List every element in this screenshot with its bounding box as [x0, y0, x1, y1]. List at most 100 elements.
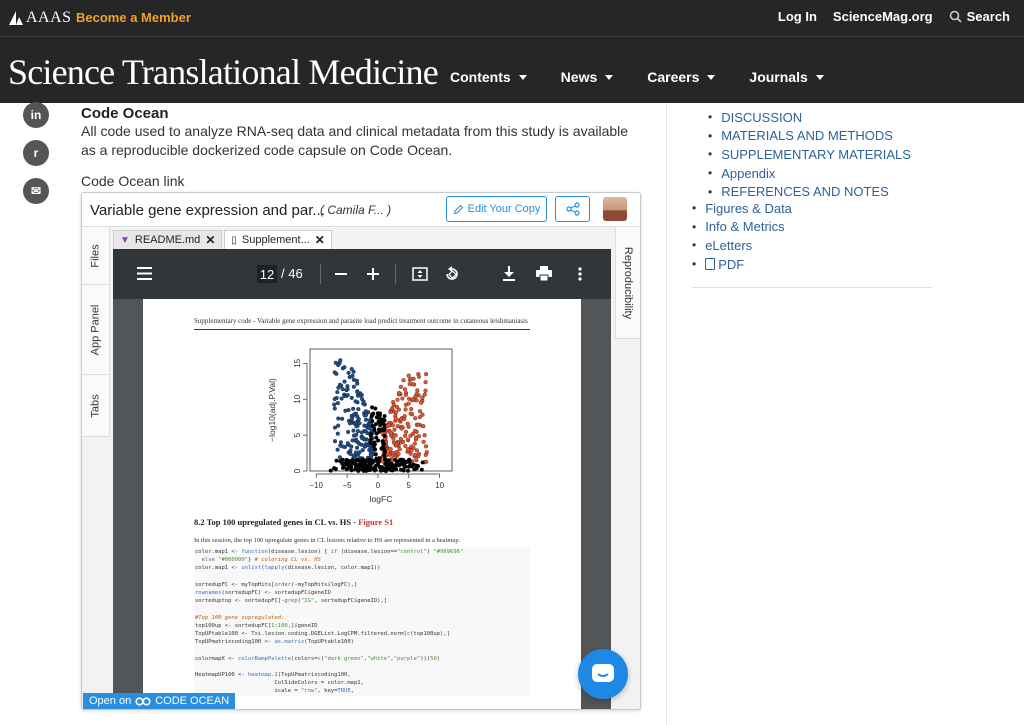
aaas-logo-text: AAAS: [26, 9, 72, 26]
tab-app-panel[interactable]: App Panel: [82, 285, 110, 375]
scatter-point-up: [423, 388, 428, 393]
figure-reference-link[interactable]: Figure S1: [358, 517, 393, 527]
scatter-point-ns: [414, 466, 419, 471]
reddit-icon[interactable]: r: [23, 140, 49, 166]
toc-item-supplementary[interactable]: SUPPLEMENTARY MATERIALS: [708, 145, 911, 164]
more-options-icon[interactable]: [578, 267, 582, 281]
scatter-point-up: [390, 406, 395, 411]
become-member-link[interactable]: Become a Member: [76, 10, 191, 25]
toc-item-metrics[interactable]: Info & Metrics: [692, 218, 792, 237]
scatter-point-ns: [334, 458, 339, 463]
close-icon[interactable]: ✕: [315, 233, 325, 247]
toolbar-divider: [320, 264, 321, 284]
scatter-point-ns: [368, 441, 373, 446]
x-tick-label: 0: [376, 481, 381, 490]
capsule-header: Variable gene expression and par... ( Ca…: [82, 193, 640, 227]
scatter-point-ns: [344, 467, 349, 472]
nav-careers[interactable]: Careers: [647, 69, 716, 85]
scatter-point-down: [332, 370, 337, 375]
toc-item-eletters[interactable]: eLetters: [692, 236, 792, 255]
menu-icon[interactable]: [137, 267, 152, 280]
scatter-point-down: [338, 440, 343, 445]
file-tab-readme[interactable]: ▼ README.md ✕: [113, 230, 223, 249]
scatter-point-down: [351, 428, 356, 433]
download-icon[interactable]: [503, 266, 515, 281]
scatter-point-up: [408, 433, 413, 438]
nav-contents[interactable]: Contents: [450, 69, 527, 85]
scatter-point-up: [424, 372, 429, 377]
author-avatar[interactable]: [603, 197, 627, 221]
zoom-out-icon[interactable]: [335, 273, 347, 275]
scatter-point-ns: [350, 461, 356, 466]
scatter-point-down: [339, 396, 344, 401]
tab-files-label: Files: [89, 243, 102, 268]
scatter-point-up: [409, 448, 414, 453]
file-tab-supplement-label: Supplement...: [241, 234, 310, 246]
scatter-point-up: [416, 374, 421, 379]
file-tab-readme-label: README.md: [134, 234, 201, 246]
chat-button[interactable]: [578, 649, 628, 699]
close-icon[interactable]: ✕: [205, 233, 215, 247]
file-tab-supplement[interactable]: ▯ Supplement... ✕: [224, 230, 332, 249]
linkedin-icon[interactable]: in: [23, 102, 49, 128]
scatter-point-down: [338, 358, 343, 363]
toc-item-methods[interactable]: MATERIALS AND METHODS: [708, 127, 911, 146]
scatter-point-ns: [376, 438, 381, 443]
scatter-point-ns: [411, 462, 416, 467]
toolbar-divider: [395, 264, 396, 284]
toc-item-appendix[interactable]: Appendix: [708, 164, 911, 183]
nav-journals[interactable]: Journals: [749, 69, 824, 85]
scatter-point-up: [392, 427, 397, 432]
rotate-icon[interactable]: [444, 266, 460, 282]
toc-subsections: DISCUSSION MATERIALS AND METHODS SUPPLEM…: [708, 108, 911, 201]
scatter-point-down: [346, 429, 351, 435]
scatter-point-up: [386, 423, 391, 428]
code-ocean-link-label: Code Ocean link: [81, 173, 185, 189]
open-on-code-ocean-button[interactable]: Open on CODE OCEAN: [83, 693, 236, 709]
scatter-point-ns: [392, 465, 397, 470]
toc-item-figures[interactable]: Figures & Data: [692, 199, 792, 218]
capsule-title: Variable gene expression and par...: [90, 202, 325, 219]
chevron-down-icon: [707, 74, 716, 80]
scatter-point-up: [412, 428, 418, 433]
scatter-point-up: [423, 452, 428, 457]
scatter-point-down: [354, 432, 359, 437]
scatter-point-up: [413, 394, 418, 399]
toc-item-discussion[interactable]: DISCUSSION: [708, 108, 911, 127]
x-tick-label: −10: [309, 481, 323, 490]
journal-brand[interactable]: Science Translational Medicine: [8, 51, 439, 93]
code-ocean-logo-icon: [135, 696, 151, 706]
scatter-point-down: [353, 420, 358, 425]
toc-item-pdf[interactable]: PDF: [692, 255, 792, 274]
tab-tabs[interactable]: Tabs: [82, 375, 110, 437]
scatter-point-up: [402, 416, 407, 422]
aaas-logo[interactable]: AAAS: [8, 9, 72, 27]
scatter-point-down: [340, 416, 345, 421]
tab-files[interactable]: Files: [82, 227, 110, 285]
sciencemag-link[interactable]: ScienceMag.org: [833, 9, 933, 24]
scatter-point-up: [406, 373, 411, 378]
edit-your-copy-button[interactable]: Edit Your Copy: [446, 196, 547, 222]
login-link[interactable]: Log In: [778, 9, 817, 24]
share-button[interactable]: [555, 196, 590, 222]
search-button[interactable]: Search: [949, 9, 1010, 24]
scatter-point-down: [345, 387, 350, 392]
scatter-point-down: [332, 402, 337, 407]
fit-page-icon[interactable]: [412, 267, 428, 281]
scatter-point-up: [409, 406, 414, 412]
scatter-point-ns: [405, 468, 411, 473]
scatter-point-ns: [402, 464, 407, 469]
code-ocean-capsule: Variable gene expression and par... ( Ca…: [81, 192, 641, 710]
print-icon[interactable]: [536, 266, 552, 281]
zoom-in-icon[interactable]: [367, 268, 379, 280]
page-number-input[interactable]: 12: [257, 265, 277, 283]
email-icon[interactable]: ✉: [23, 178, 49, 204]
scatter-point-up: [403, 433, 408, 438]
scatter-point-down: [342, 365, 347, 370]
scatter-point-ns: [328, 468, 333, 473]
nav-news[interactable]: News: [561, 69, 614, 85]
scatter-point-up: [388, 430, 393, 435]
tab-reproducibility[interactable]: Reproducibility: [615, 227, 640, 339]
pdf-running-header: Supplementary code - Variable gene expre…: [194, 317, 530, 330]
document-icon: ▯: [231, 234, 237, 246]
